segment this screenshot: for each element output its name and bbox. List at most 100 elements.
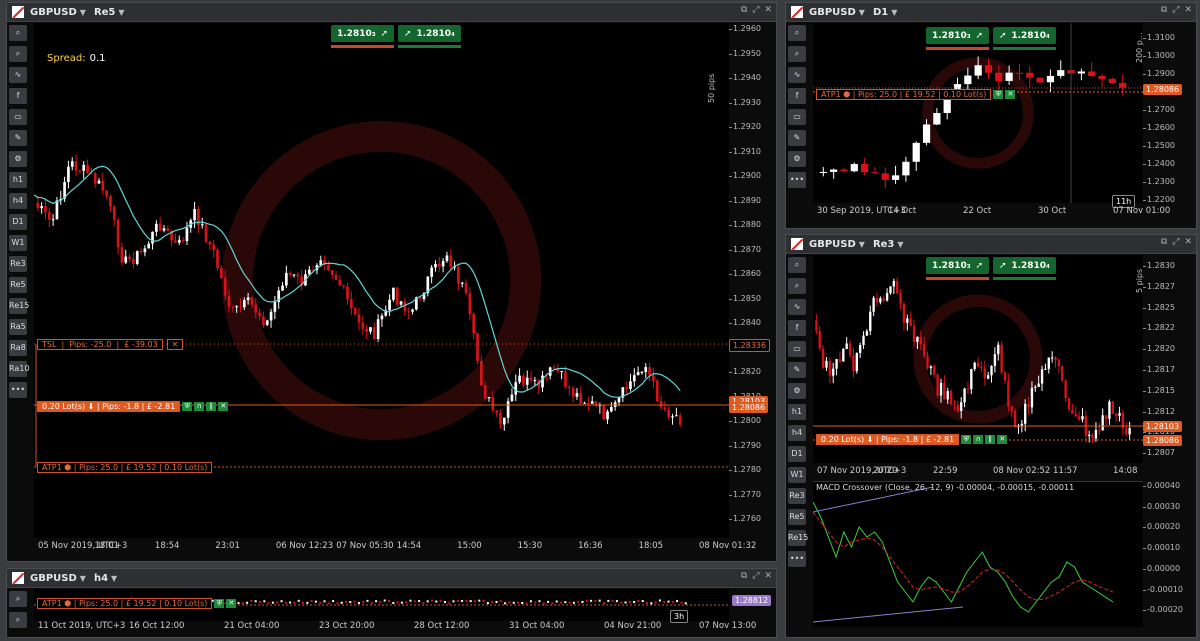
timeframe-button[interactable]: Ra10 bbox=[9, 361, 29, 377]
timeframe-button[interactable]: D1 bbox=[9, 214, 27, 230]
pause-icon[interactable]: ∥ bbox=[985, 435, 996, 444]
chevron-down-icon[interactable]: ▼ bbox=[80, 8, 86, 17]
main-time-axis[interactable]: 05 Nov 2019, UTC+3 18:01 18:54 23:01 06 Nov … bbox=[34, 538, 756, 558]
sell-button[interactable]: 1.2810₃ ➚ bbox=[926, 27, 989, 50]
close-position-icon[interactable]: ✕ bbox=[1005, 90, 1016, 99]
zoom-out-icon[interactable]: ⌕ bbox=[788, 278, 806, 294]
detach-icon[interactable]: ⧉ bbox=[1161, 237, 1167, 247]
more-icon[interactable]: ••• bbox=[9, 382, 27, 398]
re3-candle-chart[interactable] bbox=[813, 255, 1143, 463]
chevron-down-icon[interactable]: ▼ bbox=[111, 574, 117, 583]
re3-position-line[interactable]: 0.20 Lot(s) ⬇ | Pips: -1.8 | £ -2.81 ⛨ ∩ ∥… bbox=[816, 434, 1008, 445]
d1-plot-area[interactable] bbox=[813, 23, 1143, 203]
buy-button[interactable]: ➚ 1.2810₄ bbox=[993, 257, 1056, 280]
timeframe-selector[interactable]: D1 bbox=[873, 7, 888, 18]
more-icon[interactable]: ••• bbox=[788, 172, 806, 188]
symbol-selector[interactable]: GBPUSD bbox=[30, 7, 77, 18]
reverse-icon[interactable]: ∩ bbox=[973, 435, 984, 444]
detach-icon[interactable]: ⧉ bbox=[741, 5, 747, 15]
sell-button[interactable]: 1.2810₃ ➚ bbox=[331, 25, 394, 48]
zoom-out-icon[interactable]: ⌕ bbox=[9, 612, 27, 628]
timeframe-button[interactable]: Re3 bbox=[9, 256, 27, 272]
pause-icon[interactable]: ∥ bbox=[206, 402, 217, 411]
d1-candle-chart[interactable] bbox=[813, 23, 1143, 203]
timeframe-selector[interactable]: h4 bbox=[94, 573, 108, 584]
protect-icon[interactable]: ⛨ bbox=[993, 90, 1004, 99]
protect-icon[interactable]: ⛨ bbox=[182, 402, 193, 411]
maximize-icon[interactable]: ⤢ bbox=[752, 5, 759, 15]
facebook-icon[interactable]: f bbox=[788, 320, 806, 336]
zoom-icon[interactable]: ⌕ bbox=[788, 257, 806, 273]
timeframe-button[interactable]: D1 bbox=[788, 446, 806, 462]
position-line[interactable]: 0.20 Lot(s) ⬇ | Pips: -1.8 | £ -2.81 ⛨ ∩ ∥… bbox=[37, 401, 229, 412]
close-position-icon[interactable]: ✕ bbox=[997, 435, 1008, 444]
close-icon[interactable]: ✕ bbox=[764, 571, 772, 581]
chevron-down-icon[interactable]: ▼ bbox=[859, 8, 865, 17]
drawing-icon[interactable]: ✎ bbox=[788, 362, 806, 378]
chart-type-icon[interactable]: ▭ bbox=[9, 109, 27, 125]
main-plot-area[interactable] bbox=[33, 23, 729, 538]
symbol-selector[interactable]: GBPUSD bbox=[809, 7, 856, 18]
timeframe-button[interactable]: h4 bbox=[788, 425, 806, 441]
main-candle-chart[interactable] bbox=[33, 23, 729, 538]
symbol-selector[interactable]: GBPUSD bbox=[30, 573, 77, 584]
macd-axis[interactable]: 0.00040 0.00030 0.00020 0.00010 0.00000 -0.00… bbox=[1142, 481, 1195, 626]
zoom-icon[interactable]: ⌕ bbox=[9, 591, 27, 607]
reverse-icon[interactable]: ∩ bbox=[194, 402, 205, 411]
timeframe-button[interactable]: Re15 bbox=[788, 530, 808, 546]
tsl-order-line[interactable]: TSL | Pips: -25.0 | £ -39.03 ✕ bbox=[37, 339, 184, 350]
detach-icon[interactable]: ⧉ bbox=[741, 571, 747, 581]
facebook-icon[interactable]: f bbox=[788, 88, 806, 104]
main-price-axis[interactable]: 1.2960 1.2950 1.2940 1.2930 1.2920 1.2910 1.29… bbox=[729, 23, 776, 538]
zoom-out-icon[interactable]: ⌕ bbox=[9, 46, 27, 62]
chevron-down-icon[interactable]: ▼ bbox=[891, 8, 897, 17]
d1-price-axis[interactable]: 1.31001.30001.29001.28001.27001.26001.25… bbox=[1143, 23, 1195, 204]
indicator-icon[interactable]: ∿ bbox=[9, 67, 27, 83]
timeframe-button[interactable]: Ra5 bbox=[9, 319, 27, 335]
maximize-icon[interactable]: ⤢ bbox=[1172, 237, 1179, 247]
chart-type-icon[interactable]: ▭ bbox=[788, 341, 806, 357]
timeframe-button[interactable]: Re3 bbox=[788, 488, 806, 504]
chevron-down-icon[interactable]: ▼ bbox=[80, 574, 86, 583]
close-icon[interactable]: ✕ bbox=[1184, 237, 1192, 247]
timeframe-button[interactable]: h1 bbox=[788, 404, 806, 420]
timeframe-button[interactable]: W1 bbox=[788, 467, 806, 483]
tsl-close-button[interactable]: ✕ bbox=[166, 339, 184, 350]
sell-button[interactable]: 1.2810₃ ➚ bbox=[926, 257, 989, 280]
macd-chart[interactable] bbox=[812, 482, 1143, 627]
d1-atp-order-line[interactable]: ATP1 ⬢ | Pips: 25.0 | £ 19.52 | 0.10 Lot… bbox=[816, 89, 1016, 100]
timeframe-button[interactable]: h1 bbox=[9, 172, 27, 188]
zoom-icon[interactable]: ⌕ bbox=[788, 25, 806, 41]
indicator-icon[interactable]: ∿ bbox=[788, 67, 806, 83]
drawing-icon[interactable]: ✎ bbox=[788, 130, 806, 146]
settings-icon[interactable]: ⚙ bbox=[788, 383, 806, 399]
symbol-selector[interactable]: GBPUSD bbox=[809, 239, 856, 250]
maximize-icon[interactable]: ⤢ bbox=[752, 571, 759, 581]
re3-time-axis[interactable]: 07 Nov 2019, UTC+3 20:20 22:59 08 Nov 02:52… bbox=[813, 463, 1143, 481]
protect-icon[interactable]: ⛨ bbox=[961, 435, 972, 444]
more-icon[interactable]: ••• bbox=[788, 551, 806, 567]
timeframe-button[interactable]: Ra8 bbox=[9, 340, 27, 356]
h4-time-axis[interactable]: 11 Oct 2019, UTC+3 16 Oct 12:00 21 Oct 04:… bbox=[34, 618, 756, 637]
zoom-out-icon[interactable]: ⌕ bbox=[788, 46, 806, 62]
atp-order-line[interactable]: ATP1 ⬢ | Pips: 25.0 | £ 19.52 | 0.10 Lot… bbox=[37, 462, 213, 473]
timeframe-button[interactable]: Re5 bbox=[788, 509, 806, 525]
close-position-icon[interactable]: ✕ bbox=[218, 402, 229, 411]
buy-button[interactable]: ➚ 1.2810₄ bbox=[993, 27, 1056, 50]
d1-time-axis[interactable]: 30 Sep 2019, UTC+3 14 Oct 22 Oct 30 Oct 07 N… bbox=[813, 203, 1170, 223]
timeframe-selector[interactable]: Re5 bbox=[94, 7, 115, 18]
timeframe-button[interactable]: Re5 bbox=[9, 277, 27, 293]
zoom-icon[interactable]: ⌕ bbox=[9, 25, 27, 41]
buy-button[interactable]: ➚ 1.2810₄ bbox=[398, 25, 461, 48]
chart-type-icon[interactable]: ▭ bbox=[788, 109, 806, 125]
close-icon[interactable]: ✕ bbox=[1184, 5, 1192, 15]
protect-icon[interactable]: ⛨ bbox=[214, 599, 225, 608]
drawing-icon[interactable]: ✎ bbox=[9, 130, 27, 146]
trend-line[interactable] bbox=[812, 606, 964, 623]
timeframe-button[interactable]: W1 bbox=[9, 235, 27, 251]
timeframe-button[interactable]: h4 bbox=[9, 193, 27, 209]
detach-icon[interactable]: ⧉ bbox=[1161, 5, 1167, 15]
maximize-icon[interactable]: ⤢ bbox=[1172, 5, 1179, 15]
settings-icon[interactable]: ⚙ bbox=[9, 151, 27, 167]
chevron-down-icon[interactable]: ▼ bbox=[859, 240, 865, 249]
